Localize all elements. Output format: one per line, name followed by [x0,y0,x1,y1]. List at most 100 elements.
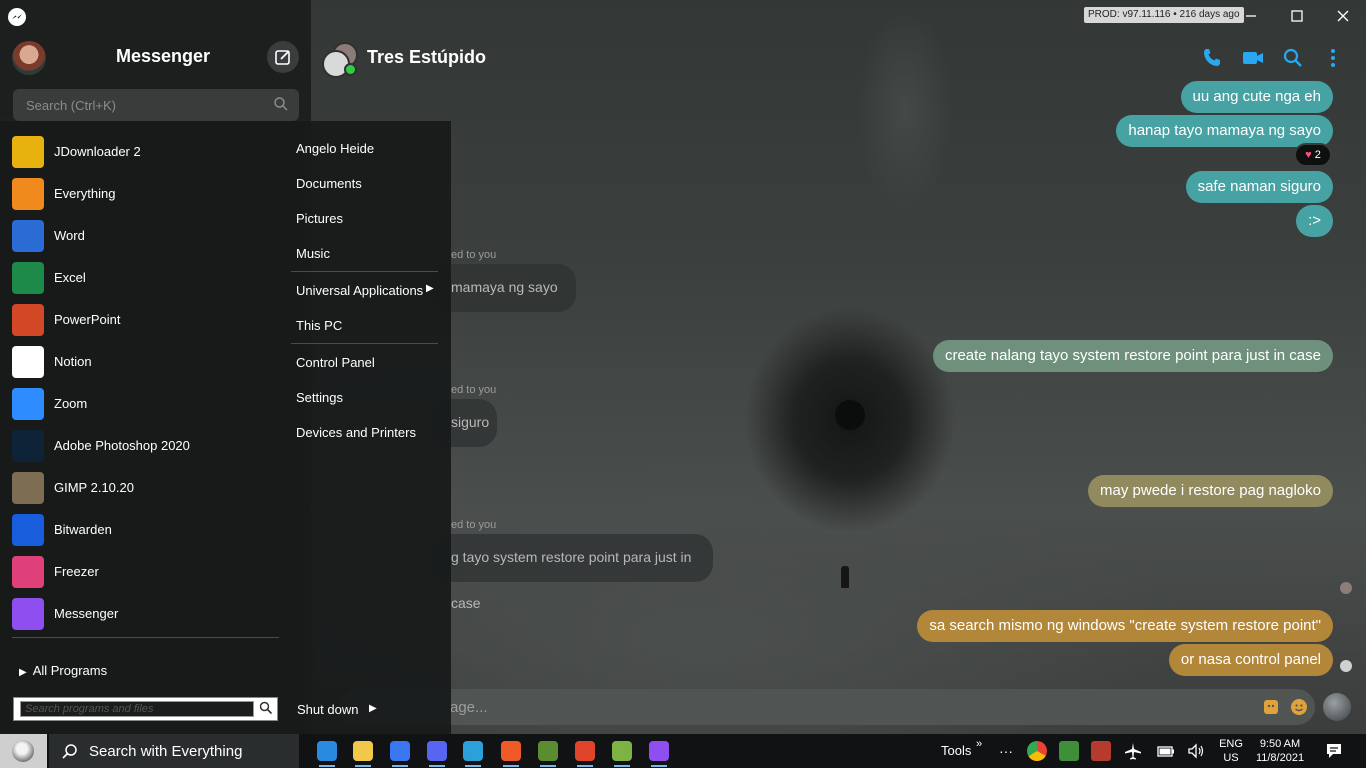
minimize-icon[interactable] [1238,4,1264,28]
windows-orb-icon [12,740,34,762]
vscode-icon[interactable] [317,741,337,767]
start-button[interactable] [0,734,47,768]
group-avatar[interactable] [322,42,358,78]
start-menu-app[interactable]: Messenger [0,593,279,635]
quoted-message[interactable]: mamaya ng sayo [430,264,576,312]
place-pictures[interactable]: Pictures [296,211,343,226]
version-badge: PROD: v97.11.116 • 216 days ago [1084,7,1244,23]
place-settings[interactable]: Settings [296,390,343,405]
minecraft-icon[interactable] [538,741,558,767]
airplane-mode-icon[interactable] [1123,741,1143,761]
start-menu-app[interactable]: GIMP 2.10.20 [0,467,279,509]
start-menu-app[interactable]: Freezer [0,551,279,593]
quick-reaction-button[interactable] [1323,693,1351,721]
telegram-icon[interactable] [463,741,483,767]
new-message-button[interactable] [267,41,299,73]
message-bubble[interactable]: hanap tayo mamaya ng sayo [1116,115,1333,147]
start-menu-app[interactable]: JDownloader 2 [0,131,279,173]
signal-icon[interactable] [390,741,410,767]
start-menu-app-label: Zoom [54,396,88,411]
close-icon[interactable] [1330,4,1356,28]
submenu-arrow-icon: ▶ [426,283,434,294]
start-menu-app[interactable]: PowerPoint [0,299,279,341]
video-call-icon[interactable] [1241,46,1265,70]
start-menu-app-label: Freezer [54,564,99,579]
file-explorer-icon[interactable] [353,741,373,767]
toolbar-expand-icon: » [976,738,983,750]
emoji-icon[interactable] [1290,698,1308,716]
start-menu-app[interactable]: Bitwarden [0,509,279,551]
place-devices-printers[interactable]: Devices and Printers [296,425,416,440]
chat-title[interactable]: Tres Estúpido [367,47,486,68]
battery-icon[interactable] [1155,741,1175,761]
messenger-icon[interactable] [649,741,669,767]
start-menu-app[interactable]: Excel [0,257,279,299]
message-placeholder: age... [450,699,488,716]
input-language[interactable]: ENG US [1218,737,1244,765]
start-menu-app[interactable]: Adobe Photoshop 2020 [0,425,279,467]
divider [291,271,438,272]
place-universal-applications[interactable]: Universal Applications ▶ [296,283,434,298]
shutdown-options-arrow-icon[interactable]: ▶ [369,703,377,714]
action-center-icon[interactable] [1324,741,1344,761]
tools-toolbar[interactable]: Tools » [941,738,982,758]
message-bubble[interactable]: uu ang cute nga eh [1180,81,1333,113]
android-studio-icon[interactable] [612,741,632,767]
place-this-pc[interactable]: This PC [296,318,342,333]
message-bubble[interactable]: :> [1296,205,1333,237]
place-music[interactable]: Music [296,246,330,261]
message-bubble[interactable]: sa search mismo ng windows "create syste… [917,610,1333,642]
more-options-icon[interactable] [1321,46,1345,70]
messenger-logo-icon [8,8,26,26]
tools-label: Tools [941,743,972,758]
shutdown-button[interactable]: Shut down ▶ [297,702,377,717]
start-menu-app[interactable]: Zoom [0,383,279,425]
place-documents[interactable]: Documents [296,176,362,191]
message-bubble[interactable]: may pwede i restore pag nagloko [1088,475,1333,507]
start-menu-search-input[interactable]: Search programs and files [13,697,278,721]
search-icon[interactable] [259,701,273,715]
maximize-icon[interactable] [1284,4,1310,28]
divider [291,343,438,344]
message-bubble[interactable]: create nalang tayo system restore point … [932,340,1333,372]
brave-beta-icon[interactable] [575,741,595,767]
clock-date: 11/8/2021 [1255,752,1305,764]
start-menu-app[interactable]: Everything [0,173,279,215]
discord-icon[interactable] [427,741,447,767]
start-menu-app-label: GIMP 2.10.20 [54,480,134,495]
conversation-search-input[interactable]: Search (Ctrl+K) [13,89,299,121]
language-code: ENG [1219,738,1243,750]
start-menu-app[interactable]: Word [0,215,279,257]
taskbar-search[interactable]: Search with Everything [49,734,299,768]
app-title: Messenger [115,46,211,66]
tray-overflow-icon[interactable]: ··· [996,741,1016,761]
search-icon [274,97,288,111]
user-avatar[interactable] [12,41,46,75]
reaction-badge[interactable]: ♥ 2 [1294,143,1332,167]
system-clock[interactable]: 9:50 AM 11/8/2021 [1252,737,1308,765]
volume-icon[interactable] [1186,741,1206,761]
app-tray-icon[interactable] [1091,741,1111,761]
place-control-panel[interactable]: Control Panel [296,355,375,370]
quoted-message[interactable]: g tayo system restore point para just in… [430,534,713,611]
place-user-folder[interactable]: Angelo Heide [296,141,374,156]
powerpoint-icon [12,304,44,336]
all-programs-button[interactable]: ▶ All Programs [19,663,107,678]
start-menu-app-label: Excel [54,270,86,285]
search-in-chat-icon[interactable] [1281,46,1305,70]
everything-search-icon [12,178,44,210]
word-icon [12,220,44,252]
reaction-count: 2 [1314,149,1321,161]
sticker-icon[interactable] [1262,698,1280,716]
chrome-tray-icon[interactable] [1027,741,1047,761]
message-bubble[interactable]: or nasa control panel [1168,644,1333,676]
taskbar-search-label: Search with Everything [89,743,243,760]
message-bubble[interactable]: safe naman siguro [1185,171,1333,203]
phone-call-icon[interactable] [1200,46,1224,70]
brave-icon[interactable] [501,741,521,767]
wallpaper-sandworm [835,400,865,430]
start-menu-app[interactable]: Notion [0,341,279,383]
network-monitor-tray-icon[interactable] [1059,741,1079,761]
message-input[interactable]: age... [340,689,1315,725]
seen-avatar [1340,660,1352,672]
